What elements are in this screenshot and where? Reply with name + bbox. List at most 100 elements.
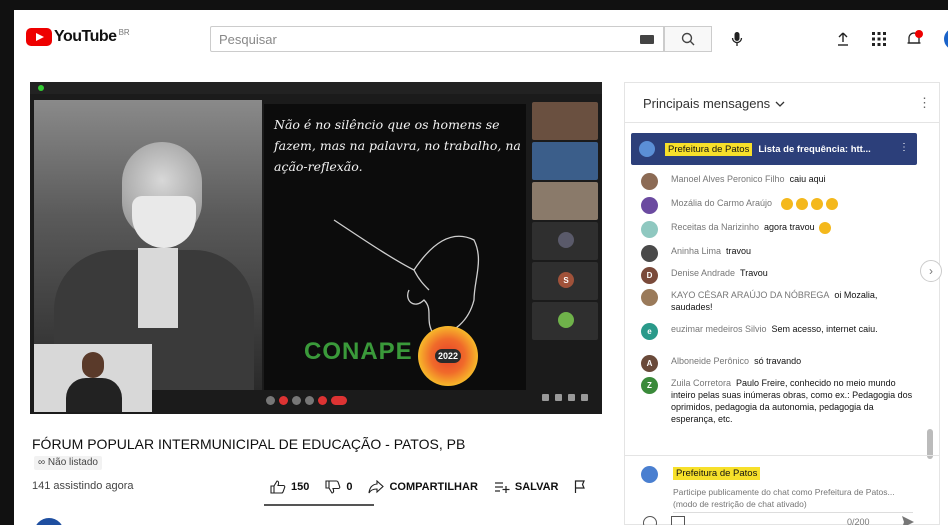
interpreter-body: [66, 378, 122, 412]
apps-icon[interactable]: [868, 28, 890, 50]
chevron-right-icon[interactable]: ›: [920, 260, 942, 282]
video-actions: 150 0 COMPARTILHAR SALVAR: [270, 480, 607, 494]
control-icon[interactable]: [266, 396, 275, 405]
message-body: Receitas da Narizinho agora travou: [671, 221, 917, 234]
message-text: travou: [726, 246, 752, 256]
youtube-page: YouTube BR Não é no silên: [14, 10, 948, 525]
chat-message[interactable]: D Denise Andrade Travou: [641, 267, 917, 284]
thumbs-up-icon: [270, 480, 286, 494]
video-player[interactable]: Não é no silêncio que os homens se fazem…: [30, 82, 602, 414]
record-icon[interactable]: [318, 396, 327, 405]
report-button[interactable]: [574, 480, 591, 494]
message-text: só travando: [754, 356, 802, 366]
channel-avatar[interactable]: [34, 518, 64, 525]
message-body: KAYO CÉSAR ARAÚJO DA NÓBREGA oi Mozalia, …: [671, 289, 917, 313]
conape-logo: CONAPE: [304, 338, 413, 365]
message-avatar: [641, 245, 658, 262]
flag-icon: [575, 480, 586, 493]
save-button[interactable]: SALVAR: [494, 480, 558, 494]
chat-message[interactable]: Manoel Alves Peronico Filho caiu aqui: [641, 173, 917, 190]
control-icon[interactable]: [292, 396, 301, 405]
dislike-button[interactable]: 0: [325, 480, 352, 494]
chat-message[interactable]: KAYO CÉSAR ARAÚJO DA NÓBREGA oi Mozalia, …: [641, 289, 917, 313]
message-author: euzimar medeiros Silvio: [671, 324, 767, 334]
leave-call-icon[interactable]: [331, 396, 347, 405]
pinned-message[interactable]: Prefeitura de Patos Lista de frequência:…: [631, 133, 917, 165]
message-author: Zuila Corretora: [671, 378, 732, 388]
account-avatar[interactable]: [944, 28, 948, 50]
chat-icon[interactable]: [568, 394, 575, 401]
send-icon[interactable]: [901, 515, 915, 525]
emoji-icon[interactable]: [643, 516, 657, 525]
emoji-icon: [811, 197, 824, 210]
unlisted-label: Não listado: [47, 457, 98, 468]
message-text: Travou: [740, 268, 768, 278]
playlist-add-icon: [494, 482, 510, 493]
people-icon[interactable]: [555, 394, 562, 401]
info-icon[interactable]: [542, 394, 549, 401]
message-body: Zuila Corretora Paulo Freire, conhecido n…: [671, 377, 917, 425]
message-text: Sem acesso, internet caiu.: [771, 324, 878, 334]
search-button[interactable]: [664, 26, 712, 52]
message-avatar: e: [641, 323, 658, 340]
chat-message[interactable]: Receitas da Narizinho agora travou: [641, 221, 917, 238]
participant-avatar: [558, 192, 574, 208]
search-input[interactable]: [210, 26, 664, 52]
composer-author: Prefeitura de Patos: [673, 467, 761, 480]
message-author: Receitas da Narizinho: [671, 222, 760, 232]
top-header: YouTube BR: [14, 10, 948, 64]
portrait-shirt: [138, 248, 178, 328]
chat-message[interactable]: A Alboneide Perônico só travando: [641, 355, 917, 372]
message-avatar: [641, 197, 658, 214]
control-icon[interactable]: [305, 396, 314, 405]
activities-icon[interactable]: [581, 394, 588, 401]
participant-tile[interactable]: [532, 302, 598, 340]
participant-tile[interactable]: [532, 102, 598, 140]
youtube-play-icon: [26, 28, 52, 46]
message-body: Aninha Lima travou: [671, 245, 917, 257]
emoji-icon: [826, 197, 839, 210]
participant-tile[interactable]: [532, 182, 598, 220]
chat-message[interactable]: e euzimar medeiros Silvio Sem acesso, inte…: [641, 323, 917, 340]
like-ratio-bar: [264, 504, 374, 506]
mute-icon[interactable]: [279, 396, 288, 405]
message-body: Mozália do Carmo Araújo: [671, 197, 917, 210]
video-title: FÓRUM POPULAR INTERMUNICIPAL DE EDUCAÇÃO…: [32, 436, 466, 452]
share-button[interactable]: COMPARTILHAR: [368, 480, 478, 494]
chat-message[interactable]: Z Zuila Corretora Paulo Freire, conhecido …: [641, 377, 917, 425]
chat-message[interactable]: Aninha Lima travou: [641, 245, 917, 262]
participant-avatar: [558, 312, 574, 328]
like-count: 150: [291, 481, 310, 493]
mic-icon[interactable]: [726, 28, 748, 50]
input-underline: [673, 512, 913, 513]
meeting-controls[interactable]: [266, 396, 347, 408]
notifications-icon[interactable]: [904, 28, 926, 50]
chat-mode-dropdown[interactable]: Principais mensagens: [643, 96, 786, 111]
pinned-avatar: [639, 141, 655, 157]
chat-message[interactable]: Mozália do Carmo Araújo: [641, 197, 917, 214]
hand-drawing-icon: [333, 219, 480, 336]
chevron-down-icon: [775, 101, 785, 107]
chat-input[interactable]: [673, 486, 913, 512]
status-dot-icon: [38, 85, 44, 91]
pinned-more-icon[interactable]: ⋮: [899, 142, 909, 153]
participant-tile[interactable]: S: [532, 262, 598, 300]
poll-icon[interactable]: [671, 516, 685, 525]
thumbs-down-icon: [325, 480, 341, 494]
keyboard-icon[interactable]: [640, 35, 654, 44]
message-author: KAYO CÉSAR ARAÚJO DA NÓBREGA: [671, 290, 830, 300]
meeting-side-icons[interactable]: [542, 394, 588, 401]
logo-text: YouTube: [54, 28, 117, 45]
chat-composer: Prefeitura de Patos 0/200: [625, 455, 939, 525]
upload-icon[interactable]: [832, 28, 854, 50]
more-options-icon[interactable]: ⋮: [918, 95, 931, 111]
like-button[interactable]: 150: [270, 480, 309, 494]
participant-tile[interactable]: [532, 142, 598, 180]
youtube-logo[interactable]: YouTube BR: [26, 28, 130, 46]
emoji-icon: [796, 197, 809, 210]
emoji-icon: [818, 221, 831, 234]
pinned-text[interactable]: Lista de frequência: htt...: [758, 144, 870, 155]
live-chat: Principais mensagens ⋮ Prefeitura de Pat…: [624, 82, 940, 525]
message-author: Aninha Lima: [671, 246, 722, 256]
participant-tile[interactable]: [532, 222, 598, 260]
